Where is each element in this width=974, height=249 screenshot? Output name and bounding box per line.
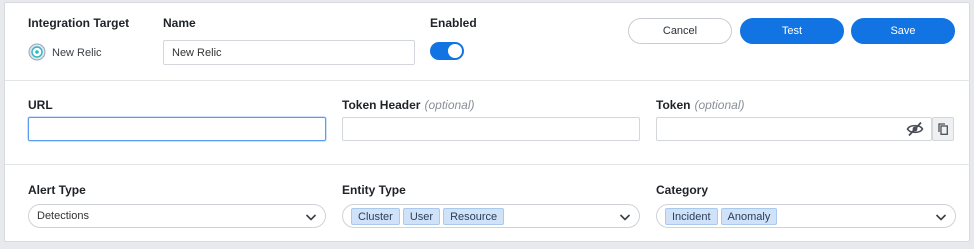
- enabled-toggle[interactable]: [430, 42, 464, 60]
- alert-type-select[interactable]: Detections: [28, 204, 326, 228]
- token-header-label: Token Header (optional): [342, 98, 475, 112]
- copy-icon: [938, 123, 948, 135]
- chevron-down-icon: [619, 214, 631, 221]
- integration-target-value: New Relic: [52, 47, 102, 59]
- name-label: Name: [163, 16, 196, 30]
- integration-target-label: Integration Target: [28, 16, 130, 30]
- cancel-button[interactable]: Cancel: [628, 18, 732, 44]
- alert-type-value: Detections: [37, 210, 89, 222]
- category-chip[interactable]: Incident: [665, 207, 718, 225]
- token-header-input[interactable]: [342, 117, 640, 141]
- enabled-label: Enabled: [430, 16, 477, 30]
- toggle-knob: [448, 44, 462, 58]
- entity-chip[interactable]: User: [402, 207, 441, 225]
- entity-type-label: Entity Type: [342, 183, 406, 197]
- chevron-down-icon: [305, 214, 317, 221]
- alert-type-label: Alert Type: [28, 183, 86, 197]
- token-header-label-text: Token Header: [342, 98, 421, 112]
- token-input[interactable]: [656, 117, 932, 141]
- entity-type-select[interactable]: Cluster User Resource: [342, 204, 640, 228]
- hide-password-icon[interactable]: [906, 121, 924, 137]
- url-label: URL: [28, 98, 53, 112]
- copy-token-button[interactable]: [932, 117, 954, 141]
- integration-form-panel: Integration Target New Relic Name Enable…: [4, 2, 971, 242]
- category-chip[interactable]: Anomaly: [720, 207, 778, 225]
- token-label-text: Token: [656, 98, 691, 112]
- new-relic-logo-icon: [28, 43, 46, 61]
- entity-chip[interactable]: Cluster: [351, 207, 400, 225]
- category-select[interactable]: Incident Anomaly: [656, 204, 956, 228]
- save-button[interactable]: Save: [851, 18, 955, 44]
- token-label: Token (optional): [656, 98, 744, 112]
- category-label: Category: [656, 183, 709, 197]
- section-divider: [5, 164, 971, 165]
- test-button[interactable]: Test: [740, 18, 844, 44]
- token-header-optional: (optional): [424, 98, 475, 112]
- entity-chip[interactable]: Resource: [443, 207, 505, 225]
- token-optional: (optional): [694, 98, 745, 112]
- name-input[interactable]: [163, 40, 415, 65]
- url-input[interactable]: [28, 117, 326, 141]
- chevron-down-icon: [935, 214, 947, 221]
- section-divider: [5, 80, 971, 81]
